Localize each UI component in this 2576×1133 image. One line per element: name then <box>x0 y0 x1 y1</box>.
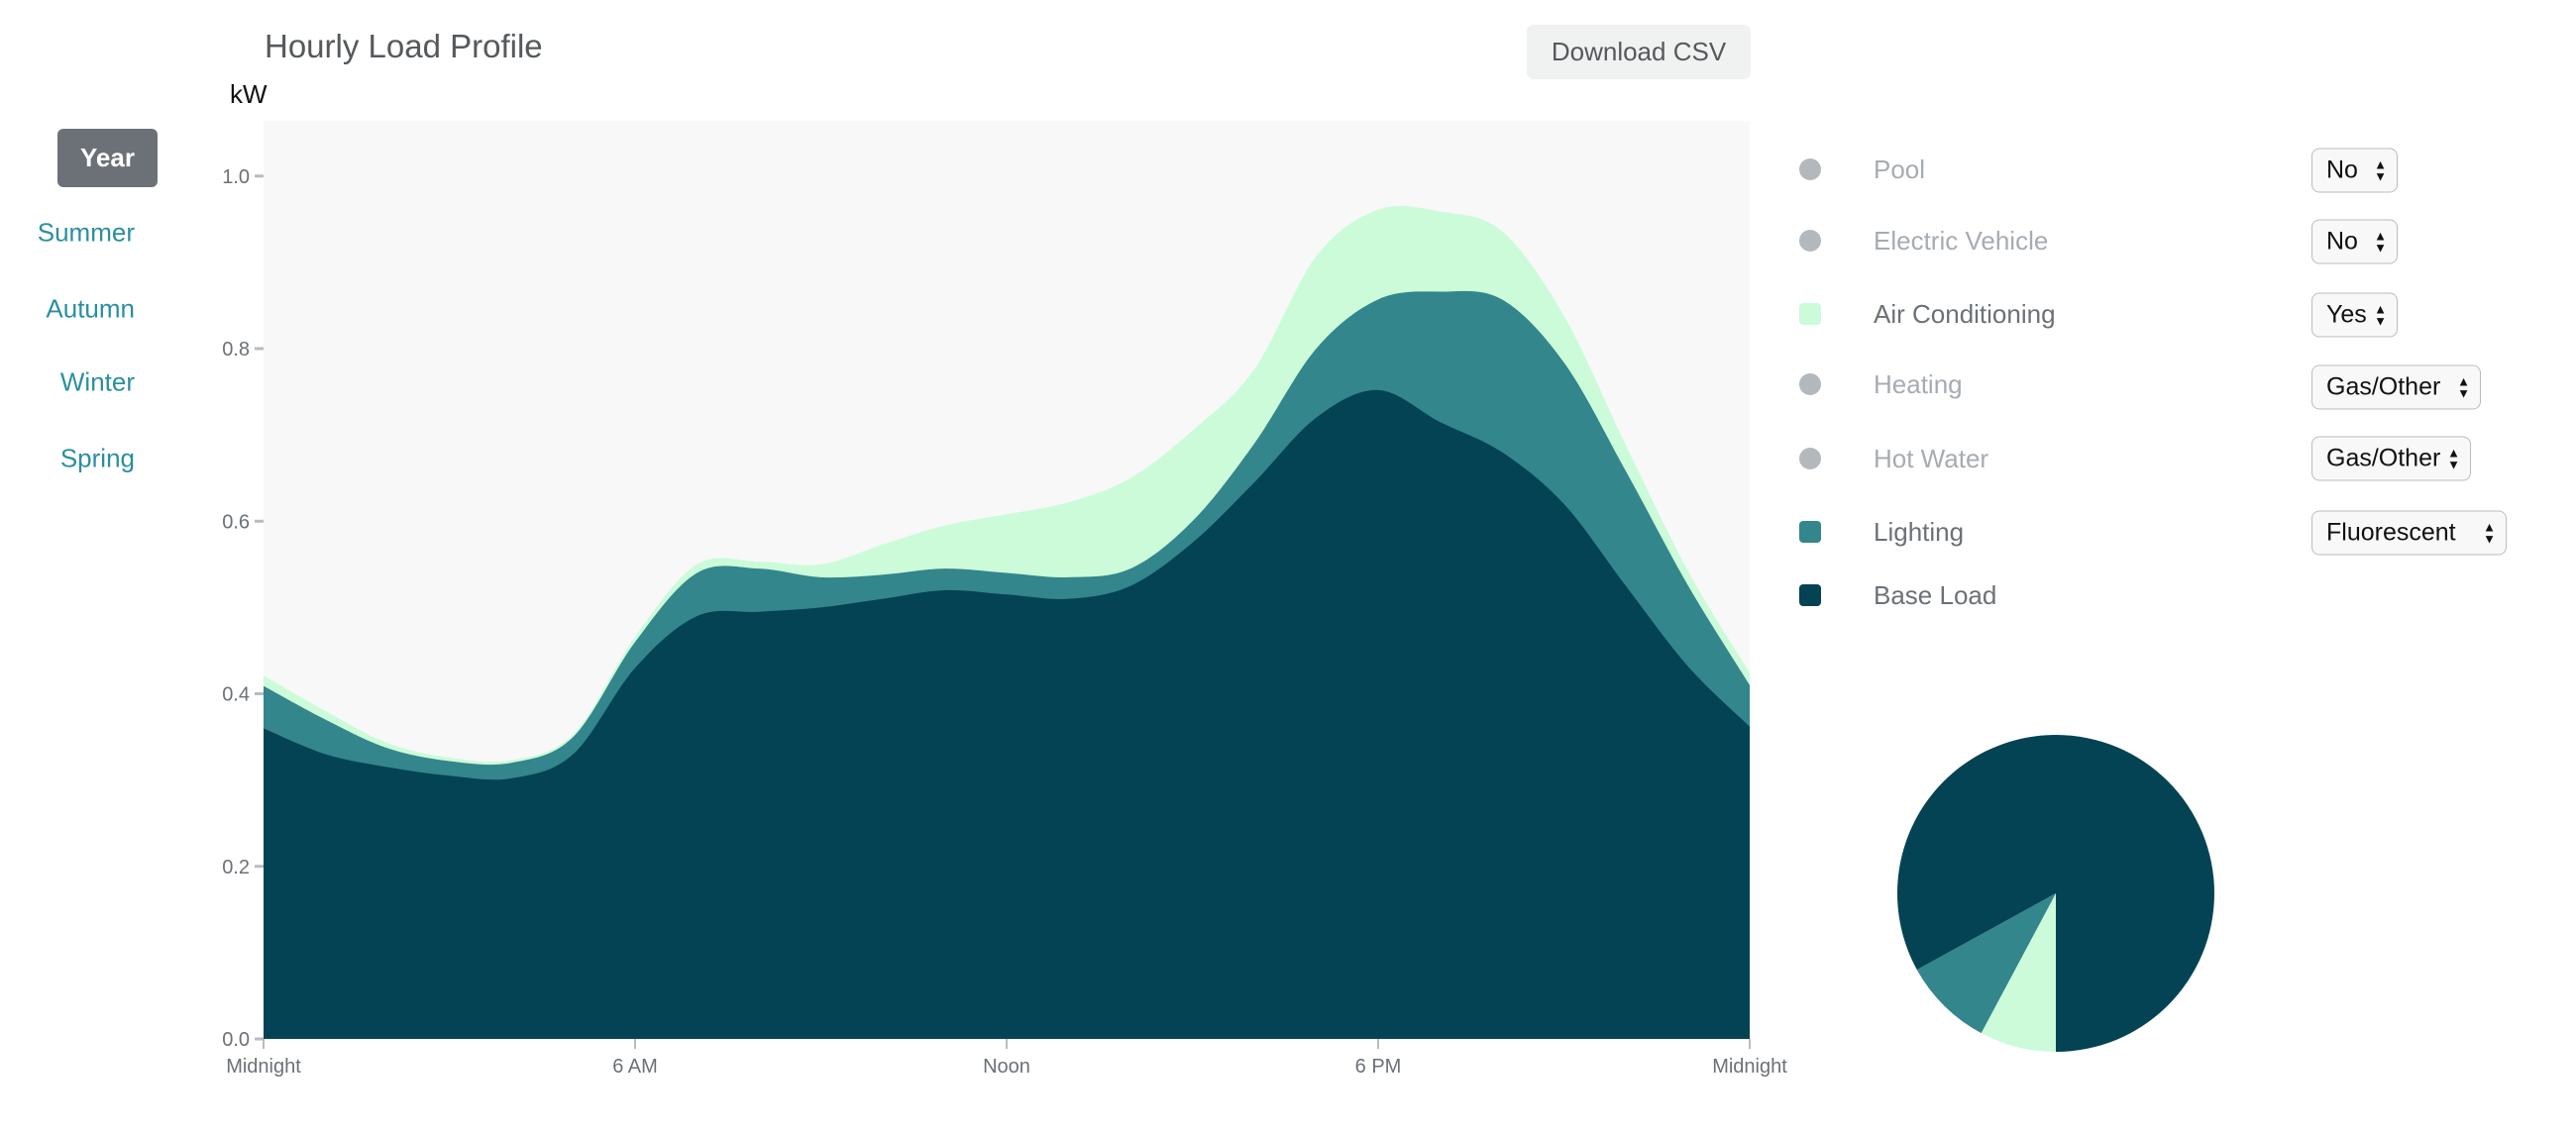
load-profile-chart: 0.00.20.40.60.81.0 Midnight 6 AM Noon 6 PM M… <box>222 121 2214 1078</box>
legend-item-lighting[interactable]: Lighting <box>1799 512 1964 552</box>
x-tick-label: Midnight <box>226 1056 301 1078</box>
pie-slice-base-load <box>2056 735 2214 1052</box>
air-conditioning-select[interactable]: Yes ▲ ▼ <box>2311 292 2398 338</box>
legend-item-electric-vehicle[interactable]: Electric Vehicle <box>1799 221 2048 260</box>
heating-select-value: Gas/Other <box>2326 372 2441 401</box>
y-tick-label: 1.0 <box>222 166 250 188</box>
y-tick-label: 0.2 <box>222 857 250 878</box>
electric-vehicle-select[interactable]: No ▲ ▼ <box>2311 219 2398 264</box>
y-tick-label: 0.6 <box>222 511 250 533</box>
x-axis: Midnight 6 AM Noon 6 PM Midnight <box>226 1039 1787 1078</box>
y-tick-label: 0.8 <box>222 339 250 360</box>
legend-label: Hot Water <box>1874 443 1989 473</box>
hot-water-select[interactable]: Gas/Other ▲ ▼ <box>2311 436 2471 481</box>
x-tick-label: 6 AM <box>612 1056 658 1078</box>
x-tick-label: Noon <box>983 1056 1030 1078</box>
pool-select[interactable]: No ▲ ▼ <box>2311 148 2398 193</box>
legend-item-base-load[interactable]: Base Load <box>1799 575 1996 615</box>
hot-water-marker-icon <box>1799 448 1821 469</box>
pool-select-value: No <box>2326 155 2358 184</box>
select-arrows-icon: ▲ ▼ <box>2374 301 2387 328</box>
legend-label: Lighting <box>1874 516 1965 547</box>
legend-item-air-conditioning[interactable]: Air Conditioning <box>1799 294 2056 334</box>
pool-marker-icon <box>1799 158 1821 180</box>
legend-item-heating[interactable]: Heating <box>1799 364 1963 404</box>
lighting-select[interactable]: Fluorescent ▲ ▼ <box>2311 510 2507 556</box>
load-pie-chart <box>1897 735 2214 1052</box>
legend-item-hot-water[interactable]: Hot Water <box>1799 439 1988 478</box>
electric-vehicle-select-value: No <box>2326 227 2358 256</box>
air-conditioning-select-value: Yes <box>2326 300 2367 329</box>
base-load-swatch-icon <box>1799 584 1821 606</box>
y-tick-label: 0.4 <box>222 684 250 706</box>
lighting-select-value: Fluorescent <box>2326 518 2456 547</box>
legend-label: Base Load <box>1874 579 1997 610</box>
select-arrows-icon: ▲ ▼ <box>2457 373 2470 400</box>
lighting-swatch-icon <box>1799 521 1821 543</box>
hot-water-select-value: Gas/Other <box>2326 444 2441 472</box>
legend-label: Electric Vehicle <box>1874 225 2049 256</box>
legend-label: Pool <box>1874 154 1926 184</box>
y-axis: 0.0 0.2 0.4 0.6 0.8 1.0 <box>222 166 264 1051</box>
x-tick-label: Midnight <box>1712 1056 1787 1078</box>
legend-label: Air Conditioning <box>1874 298 2056 329</box>
select-arrows-icon: ▲ ▼ <box>2374 228 2387 255</box>
electric-vehicle-marker-icon <box>1799 230 1821 252</box>
heating-marker-icon <box>1799 373 1821 395</box>
legend-item-pool[interactable]: Pool <box>1799 150 1925 189</box>
heating-select[interactable]: Gas/Other ▲ ▼ <box>2311 364 2481 410</box>
x-tick-label: 6 PM <box>1355 1056 1402 1078</box>
y-tick-label: 0.0 <box>222 1029 250 1051</box>
select-arrows-icon: ▲ ▼ <box>2374 156 2387 183</box>
select-arrows-icon: ▲ ▼ <box>2447 445 2460 471</box>
select-arrows-icon: ▲ ▼ <box>2483 519 2496 546</box>
air-conditioning-swatch-icon <box>1799 303 1821 325</box>
legend-label: Heating <box>1874 368 1963 399</box>
